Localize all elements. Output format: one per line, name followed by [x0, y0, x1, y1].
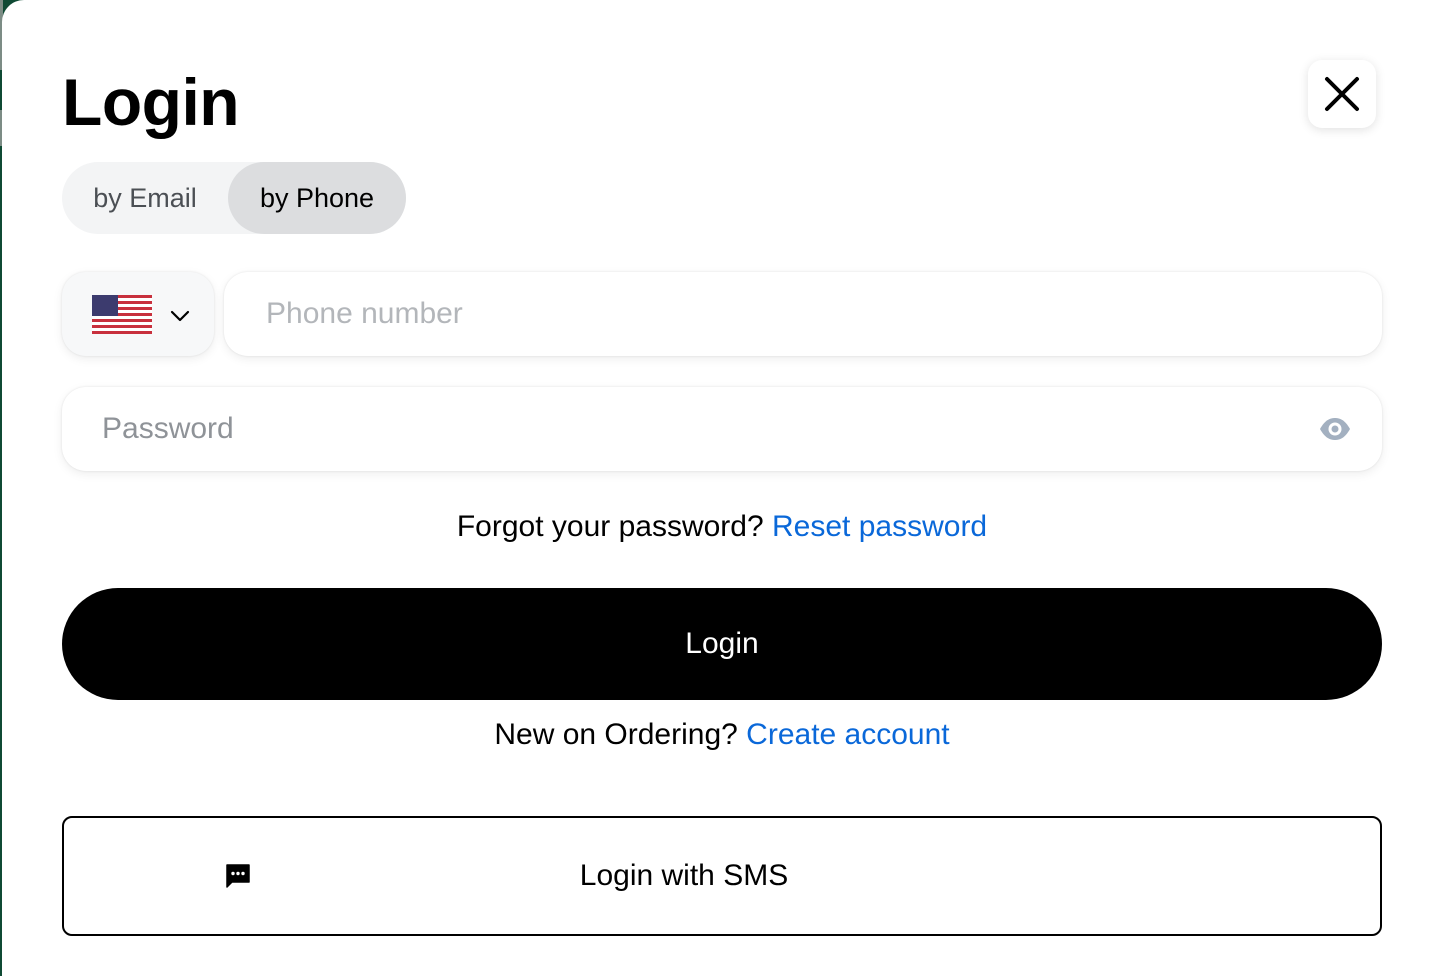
login-with-sms-label: Login with SMS [579, 859, 789, 892]
country-code-select[interactable] [62, 272, 214, 356]
login-button[interactable]: Login [62, 588, 1382, 700]
page-title: Login [62, 65, 240, 139]
phone-number-input[interactable] [266, 272, 1366, 356]
login-method-tabs: by Email by Phone [62, 162, 406, 234]
tab-by-email[interactable]: by Email [62, 162, 228, 234]
tab-by-phone[interactable]: by Phone [228, 162, 406, 234]
login-with-sms-button[interactable]: Login with SMS [62, 816, 1382, 936]
password-field [62, 387, 1382, 471]
signup-row: New on Ordering? Create account [2, 718, 1442, 752]
us-flag-icon [92, 295, 152, 334]
chevron-down-icon [170, 310, 190, 322]
eye-icon[interactable] [1318, 415, 1352, 443]
phone-number-field [224, 272, 1382, 356]
reset-password-link[interactable]: Reset password [772, 510, 987, 543]
login-modal: Login by Email by Phone Phone number For… [2, 0, 1442, 976]
close-button[interactable] [1308, 60, 1376, 128]
create-account-link[interactable]: Create account [746, 718, 949, 751]
forgot-password-row: Forgot your password? Reset password [2, 510, 1442, 544]
password-input[interactable] [102, 387, 1302, 471]
close-icon [1325, 77, 1359, 111]
new-user-text: New on Ordering? [494, 718, 738, 751]
forgot-password-text: Forgot your password? [456, 510, 764, 543]
